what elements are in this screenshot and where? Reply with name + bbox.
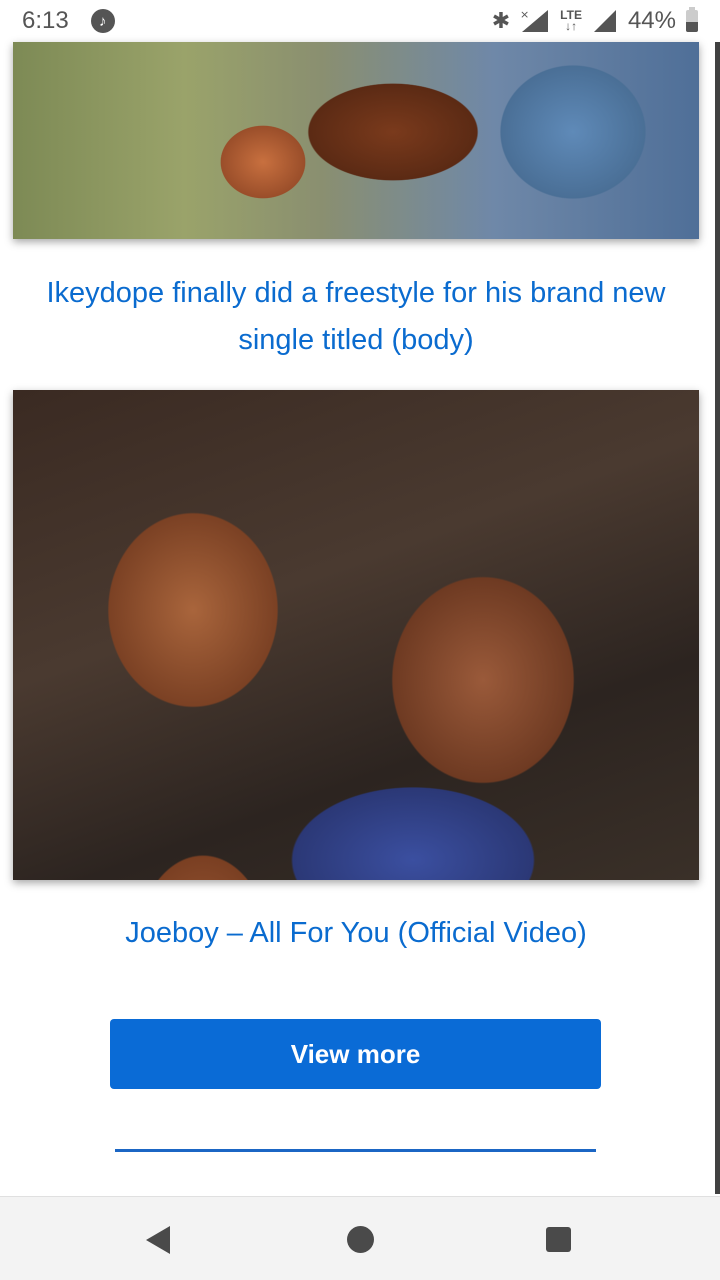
recent-apps-icon[interactable] bbox=[546, 1227, 571, 1252]
view-more-button[interactable]: View more bbox=[110, 1019, 601, 1089]
article-title-link[interactable]: Ikeydope finally did a freestyle for his… bbox=[13, 270, 699, 364]
scrollbar-thumb[interactable] bbox=[715, 42, 720, 1194]
home-icon[interactable] bbox=[347, 1226, 374, 1253]
article-image-ikeydope[interactable] bbox=[13, 42, 699, 239]
article-image-joeboy[interactable] bbox=[13, 390, 699, 880]
navigation-bar bbox=[0, 1196, 720, 1280]
clock: 6:13 bbox=[22, 7, 69, 34]
battery-icon bbox=[686, 7, 698, 32]
no-signal-icon: × bbox=[520, 8, 549, 32]
back-icon[interactable] bbox=[146, 1226, 170, 1254]
music-note-icon: ♪ bbox=[90, 9, 115, 33]
battery-percent: 44% bbox=[627, 7, 676, 34]
network-label: LTE bbox=[560, 8, 582, 22]
status-bar: 6:13 ♪ ✱ × LTE ↓↑ 44% bbox=[0, 0, 720, 42]
divider bbox=[115, 1149, 596, 1152]
signal-icon bbox=[593, 10, 616, 32]
article-title-link[interactable]: Joeboy – All For You (Official Video) bbox=[13, 910, 699, 957]
bluetooth-icon: ✱ bbox=[491, 8, 511, 33]
lte-icon: LTE ↓↑ bbox=[560, 8, 582, 33]
svg-text:×: × bbox=[520, 8, 529, 21]
